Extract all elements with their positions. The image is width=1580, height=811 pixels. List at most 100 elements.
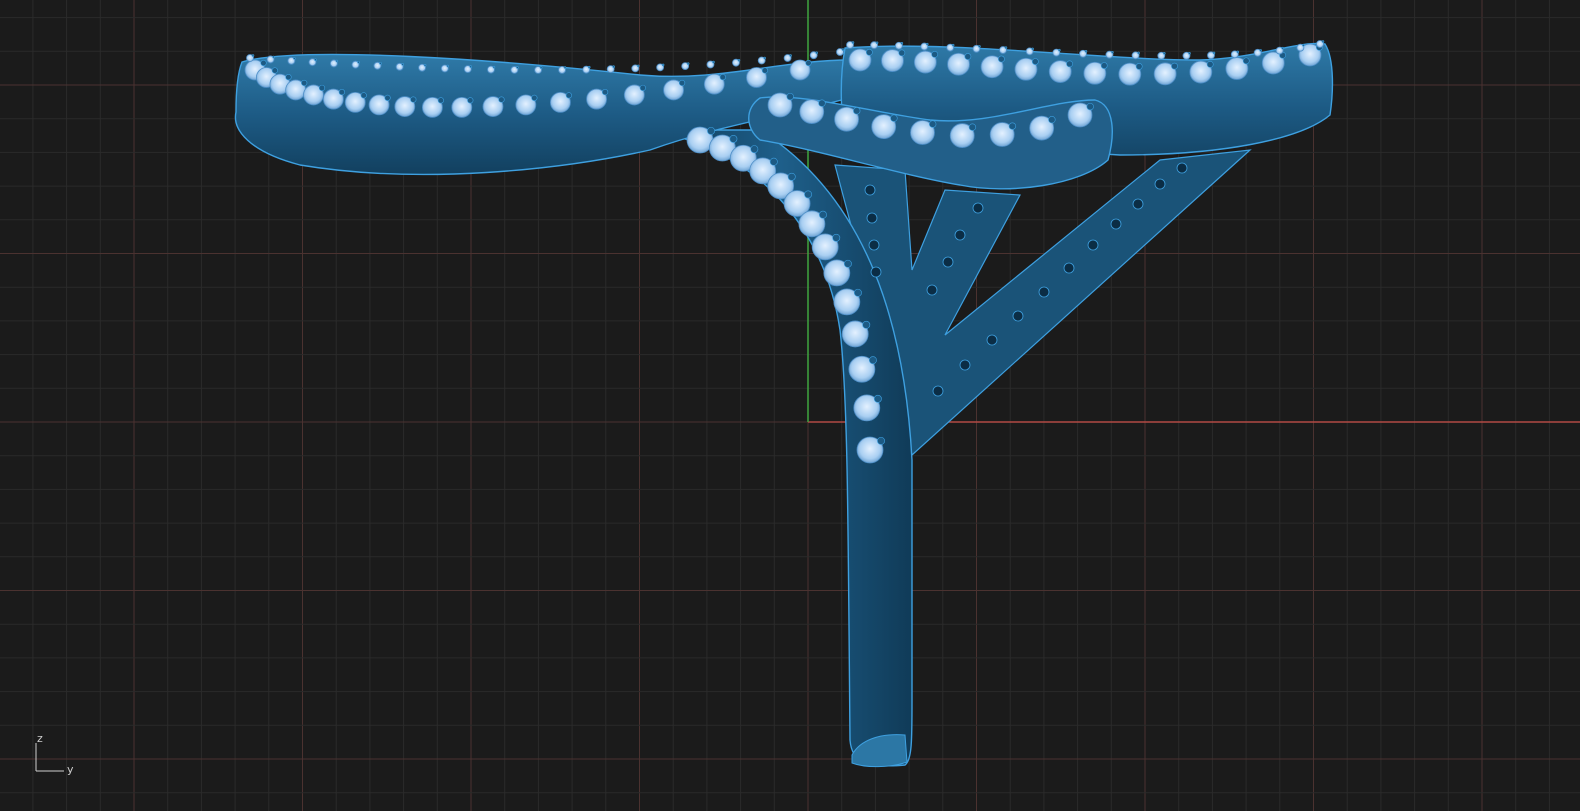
prong [873,394,882,403]
prong [636,64,640,68]
prong [1321,40,1325,43]
prong [318,84,326,92]
prong [492,65,496,69]
prong [1031,47,1034,51]
prong [998,55,1005,63]
gallery-hole [932,385,944,397]
prong [815,51,818,55]
gallery-hole [942,256,954,268]
prong [612,65,615,68]
prong [819,210,827,219]
prong [900,42,904,45]
prong [314,58,317,62]
prong [271,67,278,74]
prong [1188,52,1191,55]
prong [898,49,906,57]
axis-widget-y-label: y [67,763,74,776]
gallery-hole [1132,198,1144,210]
prong [498,96,505,103]
prong [832,233,841,242]
prong [1031,58,1039,65]
prong [1084,50,1088,53]
prong [467,97,474,104]
prong [437,97,444,104]
prong [516,66,519,69]
prong [843,259,852,268]
prong [769,157,778,166]
prong [1137,51,1140,55]
prong [707,126,715,135]
prong [1058,48,1061,52]
prong [804,190,813,199]
prong [539,66,543,69]
prong [1111,50,1114,54]
prong [1302,43,1305,47]
prong [565,92,573,99]
prong [978,45,981,48]
prong [761,67,769,74]
prong [1135,63,1143,70]
prong [1171,62,1178,70]
prong [1066,60,1073,68]
3d-viewport[interactable]: z y [0,0,1580,811]
prong [1281,46,1284,50]
prong [877,436,885,445]
prong [335,59,339,63]
prong [1242,57,1250,65]
gallery-hole [1176,162,1188,174]
axis-widget-z-label: z [37,732,43,745]
prong [789,54,792,57]
prong [410,96,417,103]
prong [531,94,538,102]
prong [787,172,796,181]
gallery-hole [864,184,876,196]
prong [469,65,473,68]
prong [686,62,690,65]
prong [587,65,591,69]
prong [1236,50,1240,54]
prong [818,99,826,107]
prong [293,57,296,60]
prong [446,64,450,68]
prong [851,41,855,44]
prong [1086,102,1094,111]
viewport-canvas[interactable] [0,0,1580,811]
gallery-hole [1087,239,1099,251]
gallery-hole [954,229,966,241]
prong [865,48,873,56]
prong [661,63,665,67]
prong [563,66,567,69]
prong [423,63,427,67]
gallery-hole [866,212,878,224]
prong [737,58,741,62]
prong [890,114,898,122]
gallery-hole [1110,218,1122,230]
prong [729,134,738,143]
prong [338,88,345,96]
prong [931,51,939,58]
prong [360,92,367,99]
prong [719,74,726,81]
prong [1048,116,1056,124]
gallery-hole [1012,310,1024,322]
prong [925,42,929,46]
prong [301,79,308,87]
gallery-hole [986,334,998,346]
axis-widget [35,743,64,772]
gallery-hole [1063,262,1075,274]
prong [272,55,275,59]
prong [1206,60,1214,68]
prong [678,79,686,87]
prong [805,59,812,67]
prong [786,92,794,101]
prong [1004,46,1008,49]
gallery-hole [868,239,880,251]
prong [712,60,715,64]
prong [868,356,877,365]
prong [750,145,759,154]
prong [968,123,977,131]
prong [1008,122,1017,130]
prong [763,56,766,60]
prong [601,88,609,96]
prong [1212,51,1216,55]
